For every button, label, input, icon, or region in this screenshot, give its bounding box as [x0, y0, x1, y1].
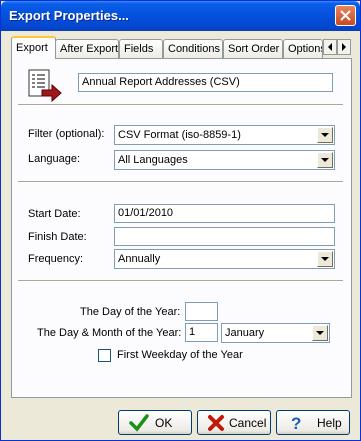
language-label: Language:	[28, 153, 80, 165]
chevron-down-icon	[316, 331, 324, 335]
tab-options-label: Options	[288, 43, 323, 55]
chevron-down-icon	[321, 257, 329, 261]
first-weekday-label: First Weekday of the Year	[117, 349, 243, 361]
question-mark-icon: ?	[291, 414, 301, 432]
first-weekday-checkbox[interactable]	[98, 349, 111, 362]
tab-conditions[interactable]: Conditions	[163, 39, 223, 58]
day-value: 1	[189, 326, 196, 338]
language-value: All Languages	[118, 154, 188, 166]
day-field[interactable]: 1	[185, 323, 218, 342]
tab-export-label: Export	[16, 42, 48, 54]
cancel-label: Cancel	[229, 416, 267, 430]
month-value: January	[225, 327, 265, 339]
tab-sort-order[interactable]: Sort Order	[223, 39, 283, 58]
tab-sort-order-label: Sort Order	[228, 43, 280, 55]
tab-scroll-left-button[interactable]	[323, 39, 337, 55]
separator	[18, 280, 343, 282]
month-select[interactable]: January	[221, 323, 330, 343]
arrow-right-icon	[342, 43, 346, 51]
ok-button[interactable]: OK	[118, 410, 192, 435]
ok-label: OK	[155, 416, 173, 430]
finish-date-field[interactable]	[114, 227, 335, 246]
frequency-select[interactable]: Annually	[114, 249, 335, 269]
tab-conditions-label: Conditions	[168, 43, 220, 55]
start-date-field[interactable]: 01/01/2010	[114, 204, 335, 223]
export-name-value: Annual Report Addresses (CSV)	[82, 76, 240, 88]
start-date-label: Start Date:	[28, 208, 81, 220]
close-icon	[340, 10, 351, 21]
x-icon	[208, 415, 224, 431]
export-document-icon	[28, 69, 62, 103]
tab-fields[interactable]: Fields	[119, 39, 163, 58]
frequency-value: Annually	[118, 253, 161, 265]
day-month-label: The Day & Month of the Year:	[37, 327, 182, 339]
finish-date-label: Finish Date:	[28, 231, 87, 243]
svg-text:?: ?	[291, 414, 301, 432]
export-tab-panel: Annual Report Addresses (CSV) Filter (op…	[11, 58, 352, 398]
tab-after-export[interactable]: After Export	[55, 39, 119, 58]
arrow-left-icon	[328, 43, 332, 51]
help-label: Help	[317, 416, 342, 430]
filter-select[interactable]: CSV Format (iso-8859-1)	[114, 125, 335, 145]
tab-fields-label: Fields	[124, 43, 154, 55]
close-button[interactable]	[335, 5, 356, 26]
frequency-label: Frequency:	[28, 253, 84, 265]
filter-label: Filter (optional):	[28, 128, 105, 140]
tab-after-export-label: After Export	[60, 43, 119, 55]
day-of-year-field[interactable]	[185, 302, 218, 321]
start-date-value: 01/01/2010	[118, 207, 174, 219]
filter-value: CSV Format (iso-8859-1)	[118, 129, 241, 141]
title-bar[interactable]: Export Properties...	[1, 1, 360, 31]
cancel-button[interactable]: Cancel	[197, 410, 271, 435]
tab-export[interactable]: Export	[11, 36, 56, 59]
export-properties-window: Export Properties... Export After Export…	[0, 0, 361, 441]
language-dropdown-button[interactable]	[317, 152, 333, 168]
separator	[18, 181, 343, 183]
tab-scroll-right-button[interactable]	[337, 39, 351, 55]
tab-strip: Export After Export Fields Conditions So…	[11, 36, 353, 59]
chevron-down-icon	[321, 133, 329, 137]
window-title: Export Properties...	[9, 8, 129, 23]
chevron-down-icon	[321, 158, 329, 162]
month-dropdown-button[interactable]	[312, 325, 328, 341]
help-button[interactable]: ? Help	[276, 410, 350, 435]
checkmark-icon	[129, 414, 149, 432]
export-name-field[interactable]: Annual Report Addresses (CSV)	[78, 73, 333, 92]
frequency-dropdown-button[interactable]	[317, 251, 333, 267]
filter-dropdown-button[interactable]	[317, 127, 333, 143]
day-of-year-label: The Day of the Year:	[80, 306, 181, 318]
separator	[18, 104, 343, 106]
tab-options[interactable]: Options	[283, 39, 323, 58]
language-select[interactable]: All Languages	[114, 150, 335, 170]
